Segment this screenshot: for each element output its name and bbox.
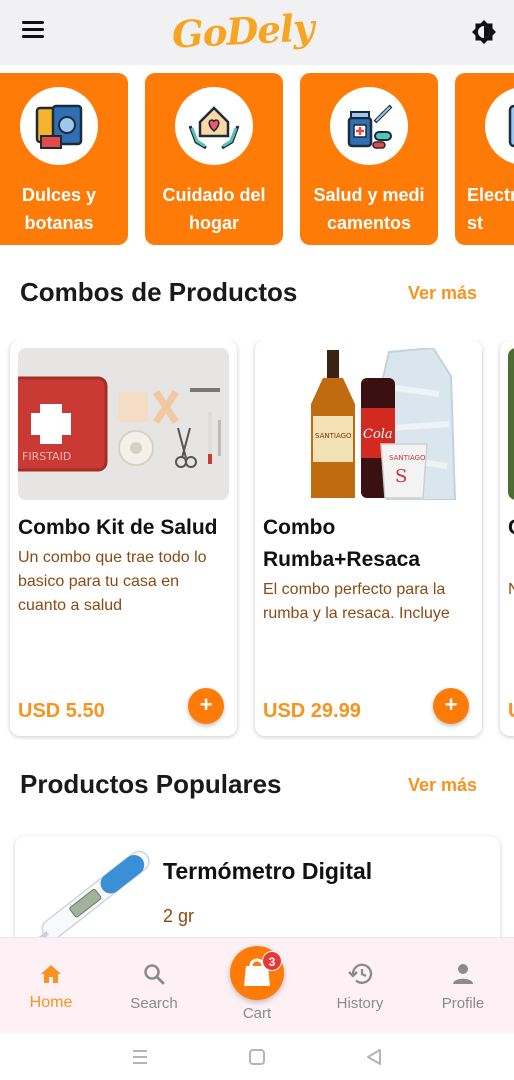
popular-see-more-link[interactable]: Ver más [408, 775, 477, 796]
svg-text:Cola: Cola [363, 427, 393, 442]
history-icon [348, 963, 373, 984]
combo-card-partial[interactable]: C e N p U [500, 340, 514, 736]
svg-text:SANTIAGO: SANTIAGO [389, 454, 426, 462]
nav-search-label: Search [130, 995, 178, 1012]
combo-image-drinks: SANTIAGO Cola SANTIAGO S [263, 348, 474, 500]
category-label: Electr st [467, 185, 514, 233]
combo-image-partial [508, 348, 514, 500]
app-bar: GoDely [0, 0, 514, 65]
nav-home-label: Home [29, 994, 73, 1011]
category-label: Dulces y botanas [21, 185, 97, 233]
category-sweets[interactable]: Dulces y botanas [0, 73, 128, 245]
combo-name: Combo Kit de Salud [18, 516, 218, 539]
combos-section-title: Combos de Productos [20, 277, 298, 307]
category-label: Cuidado del hogar [162, 185, 266, 233]
back-icon[interactable] [362, 1047, 386, 1067]
category-home-care[interactable]: Cuidado del hogar [145, 73, 283, 245]
add-to-cart-button[interactable]: + [433, 688, 469, 724]
combo-description: N p [508, 581, 514, 598]
combo-price: USD 5.50 [18, 700, 105, 722]
combo-description: El combo perfecto para la rumba y la res… [263, 581, 450, 622]
combo-price: USD 29.99 [263, 700, 361, 722]
cart-count-badge: 3 [262, 951, 282, 971]
nav-home[interactable]: Home [6, 938, 96, 1034]
nav-profile[interactable]: Profile [418, 938, 508, 1034]
product-name: Termómetro Digital [163, 858, 373, 884]
profile-icon [453, 964, 473, 984]
combos-carousel[interactable]: FIRSTAID Combo Kit de Salud Un combo que… [0, 340, 514, 740]
app-logo: GoDely [171, 5, 315, 57]
combo-image-first-aid: FIRSTAID [18, 348, 229, 500]
category-health[interactable]: Salud y medi camentos [300, 73, 438, 245]
combo-price: U [508, 700, 514, 723]
popular-section-title: Productos Populares [20, 769, 282, 799]
combos-see-more-link[interactable]: Ver más [408, 283, 477, 304]
appliance-icon [485, 87, 514, 165]
category-carousel[interactable]: Dulces y botanas Cuidado del hogar Salud… [0, 73, 514, 245]
add-to-cart-button[interactable]: + [188, 688, 224, 724]
product-weight: 2 gr [163, 906, 195, 926]
svg-text:FIRSTAID: FIRSTAID [22, 450, 71, 463]
medicine-icon [330, 87, 408, 165]
nav-history-label: History [336, 995, 384, 1012]
theme-toggle-icon[interactable] [470, 18, 498, 46]
combo-card-party[interactable]: SANTIAGO Cola SANTIAGO S Combo Rumba+Res… [255, 340, 482, 736]
recent-apps-icon[interactable] [128, 1047, 152, 1067]
svg-text:SANTIAGO: SANTIAGO [315, 432, 352, 440]
app-screen: GoDely Dulces y botanas Cuidado del hoga… [0, 0, 514, 1080]
home-system-icon[interactable] [245, 1047, 269, 1067]
combo-description: Un combo que trae todo lo basico para tu… [18, 549, 207, 614]
combo-name: C e [508, 512, 514, 544]
search-icon [144, 964, 165, 985]
category-label: Salud y medi camentos [313, 185, 425, 233]
home-care-icon [175, 87, 253, 165]
system-navigation-bar [0, 1033, 514, 1080]
home-icon [41, 965, 61, 983]
svg-text:S: S [395, 466, 407, 487]
menu-icon[interactable] [22, 21, 46, 41]
combo-card-health-kit[interactable]: FIRSTAID Combo Kit de Salud Un combo que… [10, 340, 237, 736]
snacks-icon [20, 87, 98, 165]
nav-cart-label: Cart [242, 1005, 272, 1022]
category-electronics[interactable]: Electr st [455, 73, 514, 245]
app-logo-text: GoDely [170, 5, 315, 57]
nav-search[interactable]: Search [109, 938, 199, 1034]
nav-history[interactable]: History [315, 938, 405, 1034]
combo-name: Combo Rumba+Resaca [263, 516, 420, 571]
nav-profile-label: Profile [441, 995, 485, 1012]
